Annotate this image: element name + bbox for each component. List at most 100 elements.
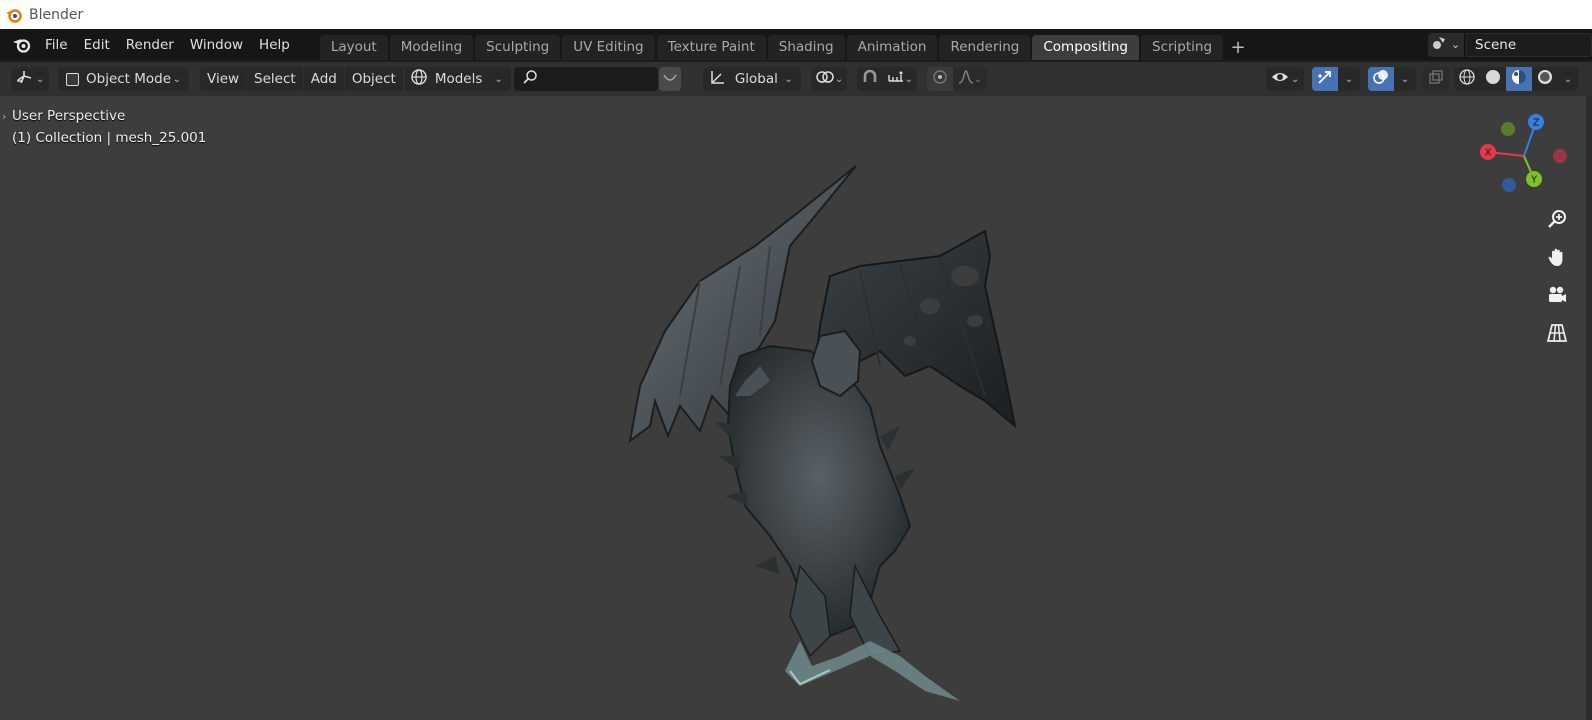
menu-file[interactable]: File <box>37 33 76 57</box>
blender-logo-icon <box>5 7 23 23</box>
tab-animation[interactable]: Animation <box>846 35 938 60</box>
collection-label: Models <box>434 71 483 87</box>
xray-icon <box>1428 69 1444 89</box>
menu-help[interactable]: Help <box>251 33 298 57</box>
scene-icon <box>1432 36 1448 53</box>
gizmo-y-label: Y <box>1530 175 1538 186</box>
tab-modeling[interactable]: Modeling <box>389 35 474 60</box>
gizmo-group: ⌄ <box>1312 67 1360 91</box>
scene-browse-button[interactable]: ⌄ <box>1428 32 1464 57</box>
scene-name-field[interactable]: Scene <box>1466 32 1592 57</box>
tab-layout[interactable]: Layout <box>319 35 388 60</box>
snap-magnet-icon <box>861 68 879 90</box>
menu-add[interactable]: Add <box>303 67 344 91</box>
scene-selector: ⌄ Scene <box>1428 32 1592 57</box>
topbar: File Edit Render Window Help Layout Mode… <box>0 29 1592 60</box>
gizmo-neg-y[interactable] <box>1501 122 1515 136</box>
filter-curve-icon <box>663 72 677 87</box>
zoom-button[interactable] <box>1540 204 1574 238</box>
globe-icon <box>410 68 428 90</box>
falloff-curve-icon <box>958 70 974 88</box>
tab-sculpting[interactable]: Sculpting <box>475 35 561 60</box>
gizmo-arrow-icon <box>1316 68 1334 90</box>
shading-rendered-button[interactable] <box>1532 67 1558 91</box>
search-input[interactable] <box>513 67 658 91</box>
menu-select[interactable]: Select <box>247 67 303 91</box>
chevron-down-icon: ⌄ <box>494 73 503 85</box>
gizmo-dropdown[interactable]: ⌄ <box>1338 67 1360 91</box>
gizmo-x-label: X <box>1485 148 1492 159</box>
transform-orientation-selector[interactable]: Global ⌄ <box>702 67 801 91</box>
chevron-down-icon: ⌄ <box>1344 73 1354 85</box>
3d-viewport[interactable]: › ‹ User Perspective (1) Collection | me… <box>0 96 1592 720</box>
pivot-point-icon <box>815 69 835 89</box>
ortho-toggle-button[interactable] <box>1540 318 1574 352</box>
chevron-down-icon: ⌄ <box>1291 73 1300 85</box>
snap-toggle-button[interactable] <box>856 67 883 91</box>
menu-object[interactable]: Object <box>344 67 403 91</box>
orientation-label: Global <box>734 71 778 87</box>
chevron-down-icon: ⌄ <box>904 73 913 85</box>
overlay-group: ⌄ <box>1368 67 1416 91</box>
proportional-falloff-selector[interactable]: ⌄ <box>952 67 987 91</box>
proportional-edit-toggle[interactable] <box>926 67 953 91</box>
shading-dropdown[interactable]: ⌄ <box>1558 67 1578 91</box>
rendered-sphere-icon <box>1536 68 1554 90</box>
snapping-group: ⌄ <box>856 67 917 91</box>
blender-menu-icon[interactable] <box>7 32 37 58</box>
gizmo-z-label: Z <box>1533 118 1540 129</box>
collection-selector[interactable]: Models ⌄ <box>404 67 511 91</box>
viewport-right-edge <box>1586 96 1592 720</box>
menu-edit[interactable]: Edit <box>76 33 118 57</box>
editor-type-button[interactable]: ⌄ <box>11 67 49 91</box>
overlay-toggle-button[interactable] <box>1368 67 1394 91</box>
tab-texture-paint[interactable]: Texture Paint <box>656 35 766 60</box>
gizmo-toggle-button[interactable] <box>1312 67 1338 91</box>
solid-sphere-icon <box>1484 68 1502 90</box>
filter-toggle-button[interactable] <box>658 67 681 91</box>
menu-window[interactable]: Window <box>182 33 251 57</box>
orientation-axes-icon <box>709 68 727 90</box>
shading-material-preview-button[interactable] <box>1506 67 1532 91</box>
chevron-down-icon: ⌄ <box>1400 73 1410 85</box>
tab-compositing[interactable]: Compositing <box>1032 35 1139 60</box>
camera-view-button[interactable] <box>1540 280 1574 314</box>
menu-view[interactable]: View <box>200 67 247 91</box>
xray-toggle-button[interactable] <box>1423 67 1449 91</box>
tab-rendering[interactable]: Rendering <box>939 35 1031 60</box>
pan-button[interactable] <box>1540 242 1574 276</box>
tab-uv-editing[interactable]: UV Editing <box>562 35 655 60</box>
dragon-model[interactable] <box>0 96 1592 720</box>
viewport-info: User Perspective (1) Collection | mesh_2… <box>12 105 206 149</box>
toolbar-expand-chevron-icon[interactable]: › <box>2 110 6 123</box>
chevron-down-icon: ⌄ <box>834 73 844 85</box>
chevron-down-icon: ⌄ <box>1450 38 1461 51</box>
shading-wireframe-button[interactable] <box>1454 67 1480 91</box>
mode-selector[interactable]: Object Mode ⌄ <box>58 67 189 91</box>
pivot-point-selector[interactable]: ⌄ <box>810 67 847 91</box>
object-visibility-selector[interactable]: ⌄ <box>1266 67 1304 91</box>
tab-shading[interactable]: Shading <box>767 35 845 60</box>
material-preview-sphere-icon <box>1510 68 1528 90</box>
workspace-tabs: Layout Modeling Sculpting UV Editing Tex… <box>319 29 1249 60</box>
menu-render[interactable]: Render <box>118 33 182 57</box>
zoom-icon <box>1546 208 1568 234</box>
search-icon <box>522 69 538 89</box>
active-object-label: (1) Collection | mesh_25.001 <box>12 130 207 146</box>
proportional-edit-group: ⌄ <box>926 67 987 91</box>
window-title: Blender <box>29 6 84 23</box>
eye-icon <box>1271 69 1289 89</box>
chevron-down-icon: ⌄ <box>784 73 793 85</box>
add-workspace-plus-icon[interactable]: + <box>1227 35 1249 60</box>
overlay-dropdown[interactable]: ⌄ <box>1394 67 1416 91</box>
snap-increment-selector[interactable]: ⌄ <box>882 67 917 91</box>
chevron-down-icon: ⌄ <box>172 73 181 85</box>
tab-scripting[interactable]: Scripting <box>1141 35 1224 60</box>
mode-label: Object Mode <box>86 71 172 87</box>
wireframe-sphere-icon <box>1458 68 1476 90</box>
shading-solid-button[interactable] <box>1480 67 1506 91</box>
chevron-down-icon: ⌄ <box>973 73 982 85</box>
navigation-gizmo[interactable]: X Y Z <box>1468 110 1568 194</box>
gizmo-neg-x[interactable] <box>1553 149 1567 163</box>
gizmo-neg-z[interactable] <box>1502 178 1516 192</box>
